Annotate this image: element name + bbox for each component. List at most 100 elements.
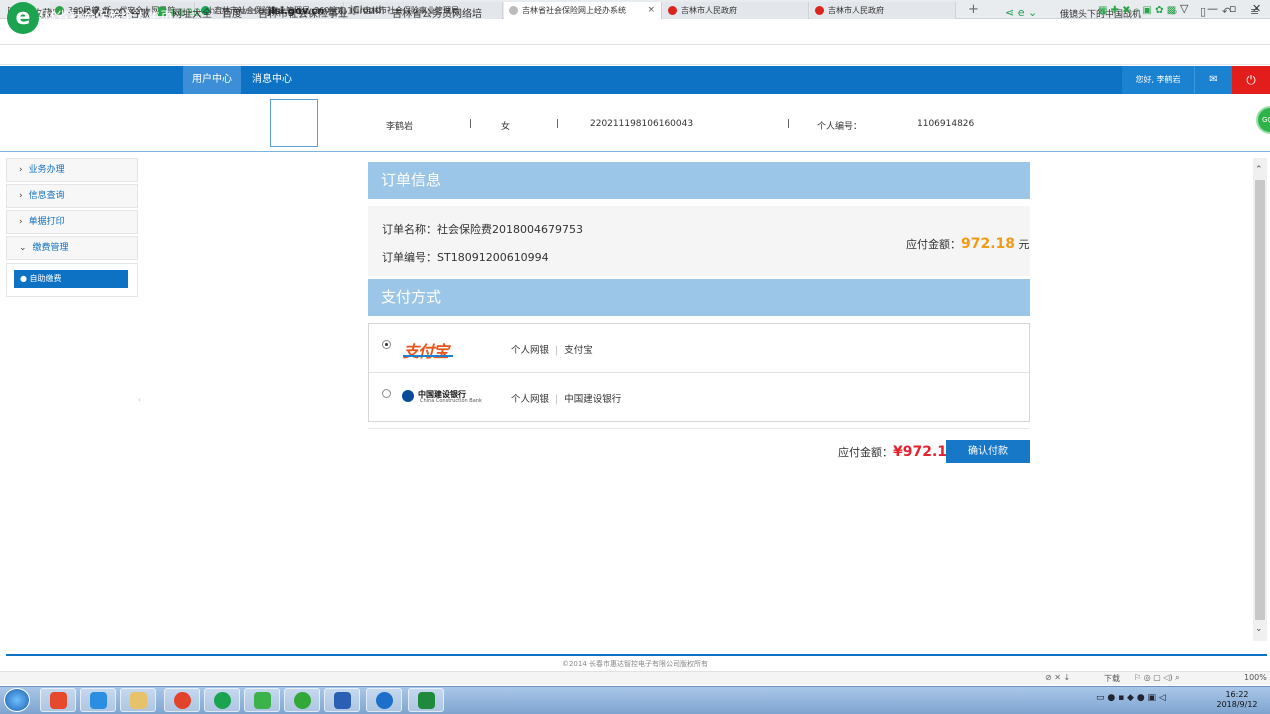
total-amount: 应付金额：¥972.18 bbox=[838, 444, 957, 460]
browser-tab[interactable]: 吉林市人民政府 bbox=[663, 2, 809, 19]
excel-icon bbox=[418, 692, 435, 709]
taskbar-app[interactable] bbox=[164, 688, 200, 712]
tab-label: 吉林市人民政府 bbox=[828, 6, 884, 15]
divider: | bbox=[787, 119, 791, 129]
bookmarks-bar bbox=[0, 45, 1270, 65]
browser-tab-active[interactable]: 吉林省社会保险网上经办系统 × bbox=[504, 2, 662, 19]
tab-favicon-icon bbox=[509, 6, 518, 15]
nav-message-center[interactable]: 消息中心 bbox=[243, 66, 301, 94]
bookmark-page-icon[interactable]: ▯ bbox=[1200, 5, 1206, 18]
browser-logo-icon[interactable]: e bbox=[7, 2, 39, 34]
alipay-option[interactable]: 个人网银 | 支付宝 bbox=[511, 342, 593, 356]
minimize-icon[interactable]: — bbox=[1207, 2, 1218, 15]
scroll-up-icon[interactable]: ⌃ bbox=[1255, 165, 1263, 175]
folder-icon bbox=[130, 692, 147, 709]
taskbar-app[interactable] bbox=[284, 688, 320, 712]
confirm-payment-button[interactable]: 确认付款 bbox=[946, 440, 1030, 463]
collapse-handle-icon[interactable]: ‹ bbox=[138, 396, 141, 404]
tab-favicon-icon bbox=[815, 6, 824, 15]
status-tool-icons[interactable]: ⚐ ◎ ▢ ◁) ⌕ bbox=[1134, 673, 1180, 683]
tab-label: 吉林市人民政府 bbox=[681, 6, 737, 15]
payment-bank: 支付宝 bbox=[564, 345, 593, 356]
nav-user-center[interactable]: 用户中心 bbox=[183, 66, 241, 94]
amount-due: 应付金额：972.18 元 bbox=[906, 236, 1030, 252]
site-title-text: 吉林省社会保险个人主页 bbox=[30, 10, 174, 25]
word-icon bbox=[334, 692, 351, 709]
taskbar-app[interactable] bbox=[40, 688, 76, 712]
amount-unit: 元 bbox=[1018, 238, 1030, 251]
user-id-number: 220211198106160043 bbox=[590, 119, 694, 129]
skin-icon[interactable]: ▽ bbox=[1180, 2, 1188, 15]
site-title[interactable]: ⸝ 吉林省社会保险个人主页 bbox=[22, 6, 173, 25]
new-tab-button[interactable]: + bbox=[968, 2, 979, 17]
chevron-right-icon: › bbox=[19, 165, 23, 175]
circle-arrow-icon: ● bbox=[20, 274, 30, 283]
payment-section-title: 支付方式 bbox=[368, 279, 1030, 316]
browser-status-bar bbox=[0, 671, 1270, 685]
share-icon[interactable]: ⋖ e ⌄ bbox=[1005, 6, 1037, 19]
taskbar-clock[interactable]: 16:22 2018/9/12 bbox=[1212, 690, 1262, 710]
divider: | bbox=[556, 119, 560, 129]
payment-bank: 中国建设银行 bbox=[564, 394, 622, 405]
taskbar-app[interactable] bbox=[204, 688, 240, 712]
bookmark-item[interactable]: 百度 bbox=[222, 5, 242, 20]
address-bar bbox=[0, 20, 1270, 45]
order-name: 订单名称：社会保险费2018004679753 bbox=[382, 221, 583, 237]
sidebar-item-payment[interactable]: ⌄ 缴费管理 bbox=[6, 236, 138, 260]
taskbar-app[interactable] bbox=[120, 688, 156, 712]
order-name-label: 订单名称： bbox=[382, 223, 437, 236]
ccb-radio[interactable] bbox=[382, 389, 391, 398]
ccb-logo-icon bbox=[402, 390, 414, 402]
taskbar-app[interactable] bbox=[324, 688, 360, 712]
user-greeting[interactable]: 您好, 李鹤岩 bbox=[1122, 66, 1194, 94]
alipay-radio[interactable] bbox=[382, 340, 391, 349]
person-no-value: 1106914826 bbox=[917, 119, 975, 129]
order-section-title: 订单信息 bbox=[368, 162, 1030, 199]
user-gender: 女 bbox=[501, 122, 511, 132]
browser-tab[interactable]: 吉林市人民政府 bbox=[810, 2, 956, 19]
amount-value: 972.18 bbox=[961, 236, 1016, 252]
chevron-right-icon: › bbox=[19, 191, 23, 201]
avatar bbox=[270, 99, 318, 147]
browser-360-icon bbox=[214, 692, 231, 709]
scroll-down-icon[interactable]: ⌄ bbox=[1255, 624, 1263, 634]
order-name-value: 社会保险费2018004679753 bbox=[437, 223, 583, 236]
tray-icons[interactable]: ▭ ● ▪ ◆ ● ▣ ◁ bbox=[1096, 693, 1166, 703]
sidebar-item-query[interactable]: › 信息查询 bbox=[6, 184, 138, 208]
ccb-option[interactable]: 个人网银 | 中国建设银行 bbox=[511, 391, 621, 405]
order-number-label: 订单编号： bbox=[382, 251, 437, 264]
chrome-icon bbox=[174, 692, 191, 709]
download-label[interactable]: 下载 bbox=[1104, 673, 1120, 684]
alipay-logo: 支付宝 bbox=[403, 342, 449, 361]
sidebar-item-label: 业务办理 bbox=[28, 165, 65, 175]
menu-icon[interactable]: ≡ bbox=[1250, 5, 1259, 18]
start-button[interactable] bbox=[4, 688, 30, 712]
scrollbar-thumb[interactable] bbox=[1255, 180, 1265, 620]
total-label: 应付金额： bbox=[838, 446, 893, 459]
zoom-level[interactable]: 100% bbox=[1244, 673, 1267, 682]
taskbar-app[interactable] bbox=[80, 688, 116, 712]
sidebar-item-self-pay[interactable]: ● 自助缴费 bbox=[14, 270, 128, 288]
bookmark-item[interactable]: 吉林市社会保险事业 bbox=[258, 5, 348, 20]
status-icons[interactable]: ⊘ ✕ ↓ bbox=[1045, 673, 1070, 682]
sidebar-item-label: 单据打印 bbox=[28, 217, 65, 227]
security-360-icon bbox=[294, 692, 311, 709]
mail-icon[interactable]: ✉ bbox=[1194, 66, 1232, 94]
divider: | bbox=[469, 119, 473, 129]
tab-close-icon[interactable]: × bbox=[647, 2, 655, 19]
taskbar-app[interactable] bbox=[408, 688, 444, 712]
user-name: 李鹤岩 bbox=[386, 122, 414, 132]
bookmark-item[interactable]: 网址大全 bbox=[172, 5, 212, 20]
bookmark-item[interactable]: 吉林省公务员网络培 bbox=[392, 5, 482, 20]
taskbar-app[interactable] bbox=[244, 688, 280, 712]
undo-icon[interactable]: ↶ bbox=[1222, 5, 1231, 18]
sidebar-item-label: 自助缴费 bbox=[29, 274, 62, 283]
sidebar-item-print[interactable]: › 单据打印 bbox=[6, 210, 138, 234]
taskbar-app[interactable] bbox=[366, 688, 402, 712]
logout-icon[interactable]: ⏻ bbox=[1232, 66, 1270, 94]
footer-copyright: ©2014 长春市惠达智控电子有限公司版权所有 bbox=[561, 660, 709, 668]
ccb-logo-subtitle: China Construction Bank bbox=[420, 398, 482, 404]
bookmark-item[interactable]: iCloud bbox=[350, 5, 381, 16]
sidebar-item-business[interactable]: › 业务办理 bbox=[6, 158, 138, 182]
extension-icons[interactable]: ▦ ✚ ✖ ⌕ ▣ ✿ ▩ bbox=[1098, 5, 1176, 16]
